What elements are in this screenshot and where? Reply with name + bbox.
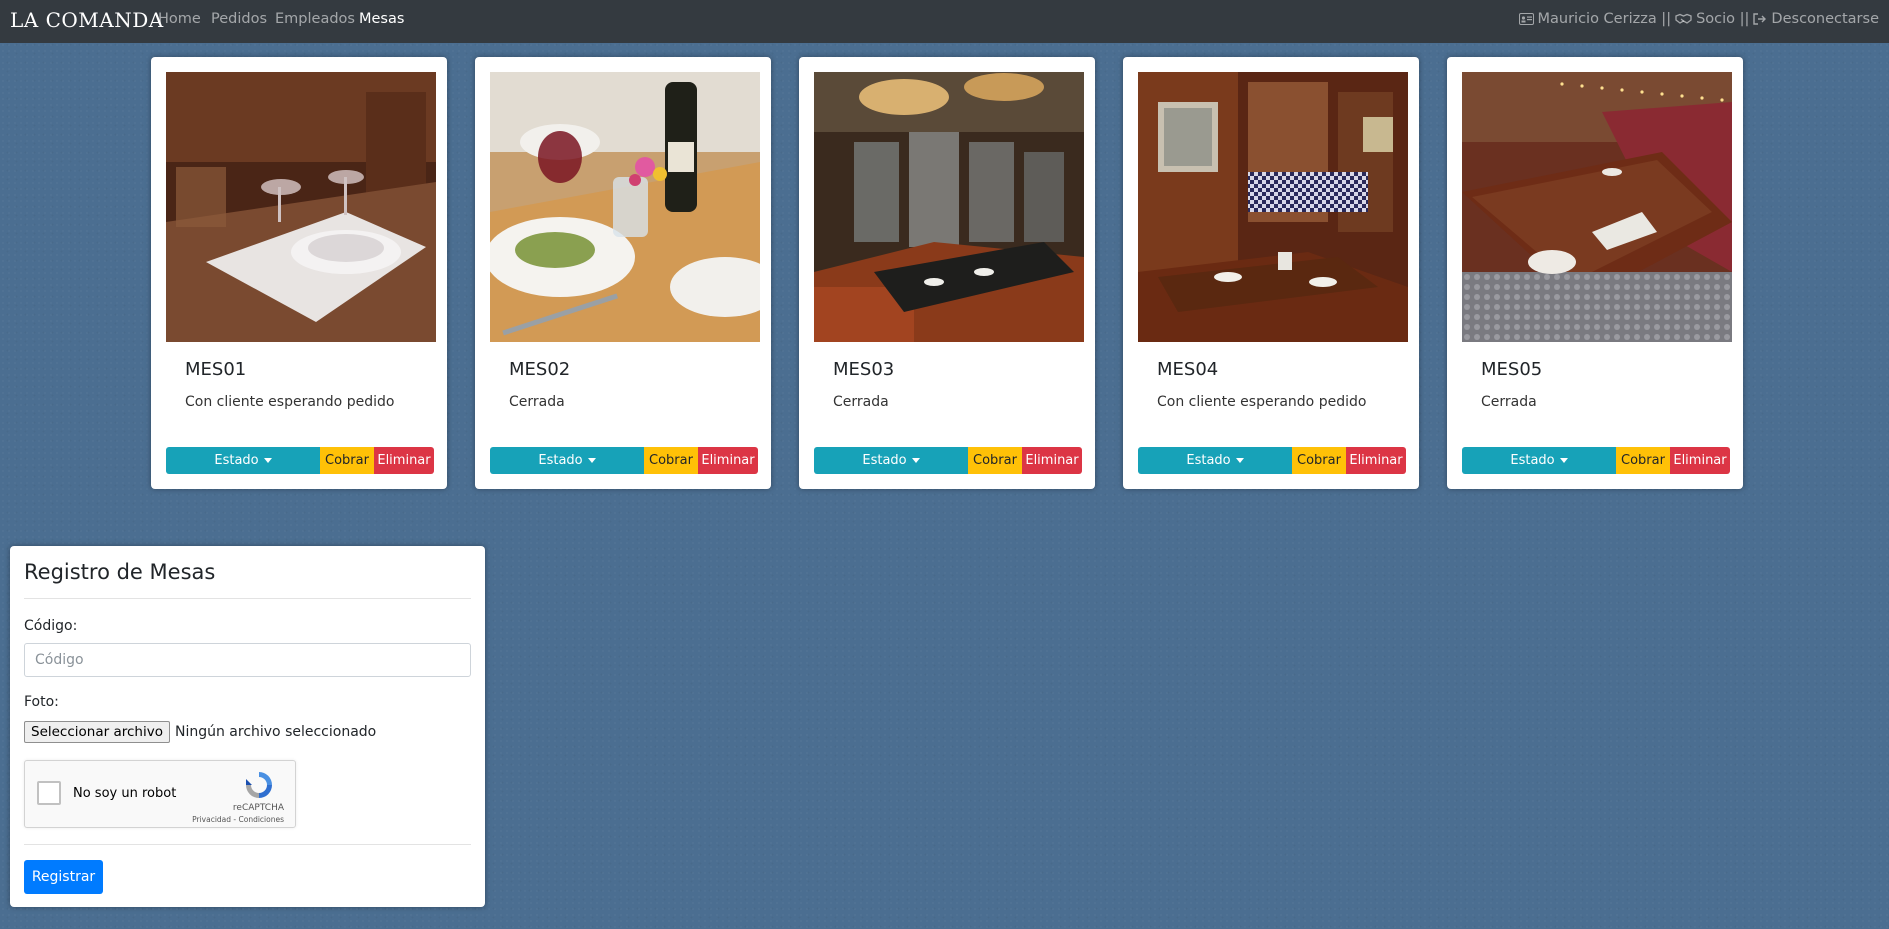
- caret-down-icon: [587, 458, 596, 463]
- user-menu: Mauricio Cerizza || Socio || Desconectar…: [1518, 11, 1879, 27]
- eliminar-button[interactable]: Eliminar: [1670, 447, 1730, 474]
- id-card-icon: [1518, 13, 1534, 25]
- recaptcha-links[interactable]: Privacidad - Condiciones: [192, 815, 284, 824]
- table-status: Con cliente esperando pedido: [185, 394, 395, 410]
- caret-down-icon: [911, 458, 920, 463]
- table-photo: [1138, 72, 1408, 342]
- table-status: Cerrada: [509, 394, 565, 410]
- nav-link-mesas[interactable]: Mesas: [359, 11, 404, 27]
- table-code: MES02: [509, 359, 571, 380]
- cobrar-button[interactable]: Cobrar: [968, 447, 1022, 474]
- table-code: MES03: [833, 359, 895, 380]
- table-actions: Estado Cobrar Eliminar: [814, 447, 1082, 474]
- table-card: MES04 Con cliente esperando pedido Estad…: [1123, 57, 1419, 489]
- table-actions: Estado Cobrar Eliminar: [1138, 447, 1406, 474]
- estado-dropdown-button[interactable]: Estado: [1138, 447, 1292, 474]
- recaptcha-label: No soy un robot: [73, 786, 177, 801]
- select-file-button[interactable]: Seleccionar archivo: [24, 721, 170, 743]
- table-registration-form: Registro de Mesas Código: Foto: Seleccio…: [10, 546, 485, 907]
- brand-logo[interactable]: LA COMANDA: [10, 8, 164, 32]
- table-actions: Estado Cobrar Eliminar: [166, 447, 434, 474]
- logout-link[interactable]: Desconectarse: [1771, 11, 1879, 27]
- eliminar-button[interactable]: Eliminar: [1022, 447, 1082, 474]
- table-status: Cerrada: [833, 394, 889, 410]
- eliminar-button[interactable]: Eliminar: [374, 447, 434, 474]
- table-photo: [166, 72, 436, 342]
- code-input[interactable]: [24, 643, 471, 677]
- photo-label: Foto:: [24, 694, 59, 710]
- recaptcha-checkbox[interactable]: [37, 781, 61, 805]
- table-photo: [814, 72, 1084, 342]
- caret-down-icon: [1235, 458, 1244, 463]
- eliminar-button[interactable]: Eliminar: [698, 447, 758, 474]
- recaptcha-brand: reCAPTCHA: [232, 803, 284, 813]
- divider: [24, 598, 471, 599]
- logout-icon: [1753, 13, 1767, 25]
- table-status: Cerrada: [1481, 394, 1537, 410]
- table-card: MES02 Cerrada Estado Cobrar Eliminar: [475, 57, 771, 489]
- divider: [24, 844, 471, 845]
- register-button[interactable]: Registrar: [24, 860, 103, 894]
- estado-dropdown-button[interactable]: Estado: [1462, 447, 1616, 474]
- cobrar-button[interactable]: Cobrar: [1292, 447, 1346, 474]
- table-photo: [1462, 72, 1732, 342]
- table-card: MES03 Cerrada Estado Cobrar Eliminar: [799, 57, 1095, 489]
- navbar: LA COMANDA Home Pedidos Empleados Mesas …: [0, 0, 1889, 43]
- table-card: MES05 Cerrada Estado Cobrar Eliminar: [1447, 57, 1743, 489]
- estado-dropdown-button[interactable]: Estado: [814, 447, 968, 474]
- caret-down-icon: [263, 458, 272, 463]
- cobrar-button[interactable]: Cobrar: [320, 447, 374, 474]
- handshake-icon: [1675, 13, 1692, 25]
- table-code: MES01: [185, 359, 247, 380]
- caret-down-icon: [1559, 458, 1568, 463]
- recaptcha-widget: No soy un robot reCAPTCHA Privacidad - C…: [24, 760, 296, 828]
- nav-link-empleados[interactable]: Empleados: [275, 11, 355, 27]
- user-role[interactable]: Socio ||: [1696, 11, 1749, 27]
- nav-link-pedidos[interactable]: Pedidos: [211, 11, 267, 27]
- code-label: Código:: [24, 618, 78, 634]
- file-status: Ningún archivo seleccionado: [174, 724, 377, 740]
- table-code: MES05: [1481, 359, 1543, 380]
- form-title: Registro de Mesas: [24, 560, 216, 584]
- nav-link-home[interactable]: Home: [158, 11, 201, 27]
- recaptcha-logo-icon: [243, 769, 275, 805]
- estado-dropdown-button[interactable]: Estado: [490, 447, 644, 474]
- cobrar-button[interactable]: Cobrar: [644, 447, 698, 474]
- cobrar-button[interactable]: Cobrar: [1616, 447, 1670, 474]
- table-status: Con cliente esperando pedido: [1157, 394, 1367, 410]
- eliminar-button[interactable]: Eliminar: [1346, 447, 1406, 474]
- table-card: MES01 Con cliente esperando pedido Estad…: [151, 57, 447, 489]
- estado-dropdown-button[interactable]: Estado: [166, 447, 320, 474]
- table-actions: Estado Cobrar Eliminar: [1462, 447, 1730, 474]
- user-name[interactable]: Mauricio Cerizza ||: [1538, 11, 1672, 27]
- table-code: MES04: [1157, 359, 1219, 380]
- table-photo: [490, 72, 760, 342]
- file-picker: Seleccionar archivo Ningún archivo selec…: [24, 721, 376, 743]
- table-actions: Estado Cobrar Eliminar: [490, 447, 758, 474]
